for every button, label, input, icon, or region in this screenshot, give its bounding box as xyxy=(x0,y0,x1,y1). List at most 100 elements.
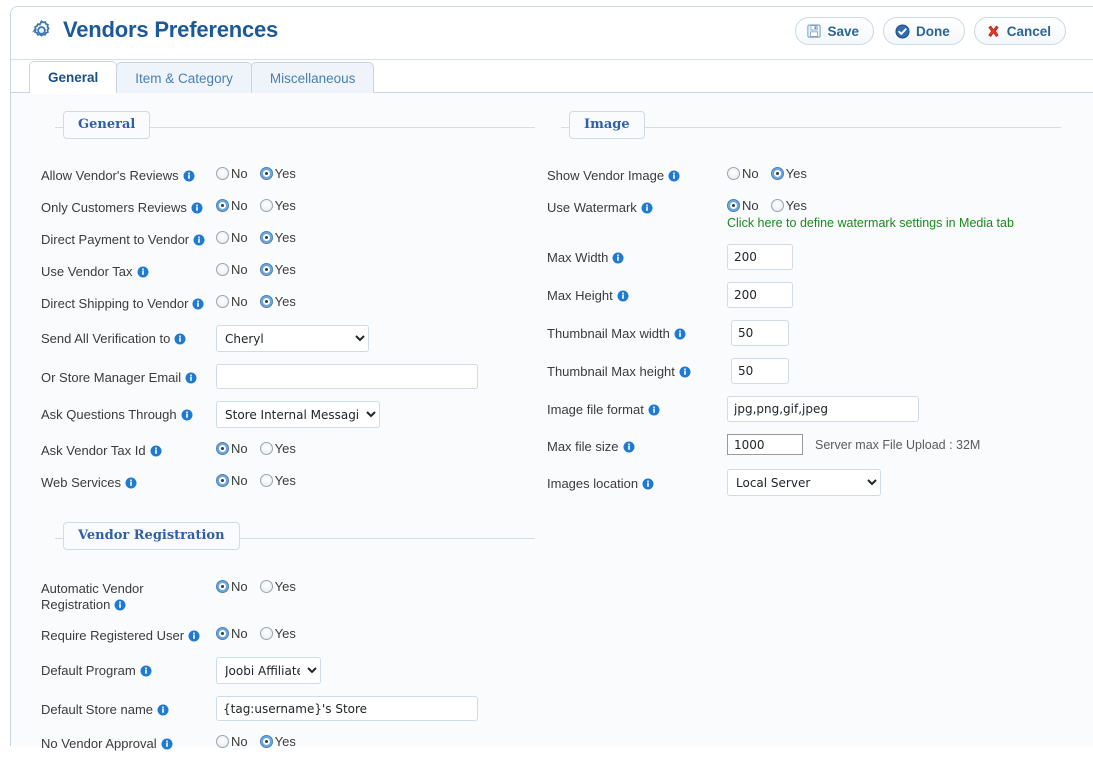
info-icon[interactable] xyxy=(157,704,169,720)
tab-miscellaneous[interactable]: Miscellaneous xyxy=(250,62,375,93)
radio-yes[interactable]: Yes xyxy=(259,441,296,456)
field-label: Or Store Manager Email xyxy=(41,364,216,388)
radio-no[interactable]: No xyxy=(216,473,248,488)
radio-group: No Yes xyxy=(727,197,1067,213)
radio-dot-no[interactable] xyxy=(727,199,740,212)
radio-dot-no[interactable] xyxy=(216,580,229,593)
radio-no[interactable]: No xyxy=(216,166,248,181)
preferences-window: Vendors Preferences Save Done Cancel Gen… xyxy=(10,6,1093,751)
image-file-format-input[interactable] xyxy=(727,396,919,422)
tab-general[interactable]: General xyxy=(29,61,118,94)
radio-dot-yes[interactable] xyxy=(259,580,273,593)
info-icon[interactable] xyxy=(114,599,126,615)
radio-yes[interactable]: Yes xyxy=(259,734,296,749)
info-icon[interactable] xyxy=(193,234,205,250)
radio-dot-yes[interactable] xyxy=(259,735,273,748)
radio-no[interactable]: No xyxy=(727,166,759,181)
info-icon[interactable] xyxy=(617,290,629,306)
info-icon[interactable] xyxy=(185,372,197,388)
radio-yes[interactable]: Yes xyxy=(259,294,296,309)
radio-dot-yes[interactable] xyxy=(259,627,273,640)
done-button[interactable]: Done xyxy=(882,17,965,45)
section-vendor-registration-legend: Vendor Registration xyxy=(63,522,240,550)
thumbnail-max-width-input[interactable] xyxy=(731,320,789,346)
radio-dot-no[interactable] xyxy=(216,231,229,244)
radio-dot-no[interactable] xyxy=(216,735,229,748)
radio-dot-no[interactable] xyxy=(216,442,229,455)
radio-no[interactable]: No xyxy=(216,579,248,594)
info-icon[interactable] xyxy=(191,202,203,218)
radio-dot-yes[interactable] xyxy=(259,167,273,180)
info-icon[interactable] xyxy=(140,665,152,681)
max-file-size-input[interactable] xyxy=(727,434,803,455)
info-icon[interactable] xyxy=(137,266,149,282)
info-icon[interactable] xyxy=(612,252,624,268)
radio-yes[interactable]: Yes xyxy=(259,473,296,488)
field-label: Allow Vendor's Reviews xyxy=(41,165,216,186)
store-manager-email-input[interactable] xyxy=(216,364,478,389)
radio-yes[interactable]: Yes xyxy=(770,166,807,181)
radio-dot-no[interactable] xyxy=(216,199,229,212)
radio-yes[interactable]: Yes xyxy=(259,198,296,213)
watermark-media-tab-link[interactable]: Click here to define watermark settings … xyxy=(727,216,1067,230)
info-icon[interactable] xyxy=(192,298,204,314)
default-store-name-input[interactable] xyxy=(216,696,478,721)
field-image-file-format: Image file format xyxy=(547,396,1067,422)
info-icon[interactable] xyxy=(642,478,654,494)
server-max-upload-hint: Server max File Upload : 32M xyxy=(815,437,981,452)
radio-yes[interactable]: Yes xyxy=(259,166,296,181)
images-location-select[interactable]: Local Server xyxy=(727,469,881,496)
radio-dot-yes[interactable] xyxy=(259,199,273,212)
radio-dot-yes[interactable] xyxy=(259,474,273,487)
ask-questions-through-select[interactable]: Store Internal Messaging xyxy=(216,401,380,428)
radio-dot-yes[interactable] xyxy=(770,167,784,180)
max-width-input[interactable] xyxy=(727,244,793,270)
radio-dot-no[interactable] xyxy=(216,627,229,640)
radio-dot-yes[interactable] xyxy=(770,199,784,212)
send-verification-select[interactable]: Cheryl xyxy=(216,325,369,352)
radio-yes[interactable]: Yes xyxy=(259,626,296,641)
radio-dot-yes[interactable] xyxy=(259,263,273,276)
radio-dot-no[interactable] xyxy=(216,167,229,180)
radio-no[interactable]: No xyxy=(216,441,248,456)
radio-yes[interactable]: Yes xyxy=(770,198,807,213)
info-icon[interactable] xyxy=(641,202,653,218)
info-icon[interactable] xyxy=(623,441,635,457)
radio-dot-yes[interactable] xyxy=(259,231,273,244)
info-icon[interactable] xyxy=(668,170,680,186)
radio-yes[interactable]: Yes xyxy=(259,230,296,245)
radio-dot-no[interactable] xyxy=(216,263,229,276)
radio-no[interactable]: No xyxy=(216,734,248,749)
radio-dot-no[interactable] xyxy=(727,167,740,180)
info-icon[interactable] xyxy=(161,738,173,754)
radio-no[interactable]: No xyxy=(216,626,248,641)
info-icon[interactable] xyxy=(125,477,137,493)
info-icon[interactable] xyxy=(181,409,193,425)
radio-no[interactable]: No xyxy=(216,198,248,213)
info-icon[interactable] xyxy=(174,333,186,349)
info-icon[interactable] xyxy=(679,366,691,382)
default-program-select[interactable]: Joobi Affiliate xyxy=(216,657,321,684)
radio-yes[interactable]: Yes xyxy=(259,262,296,277)
info-icon[interactable] xyxy=(183,170,195,186)
info-icon[interactable] xyxy=(150,445,162,461)
radio-no[interactable]: No xyxy=(727,198,759,213)
radio-no[interactable]: No xyxy=(216,294,248,309)
label-text: Default Program xyxy=(41,663,136,678)
radio-dot-no[interactable] xyxy=(216,474,229,487)
radio-no[interactable]: No xyxy=(216,262,248,277)
save-button[interactable]: Save xyxy=(795,17,874,45)
radio-dot-yes[interactable] xyxy=(259,295,273,308)
info-icon[interactable] xyxy=(648,404,660,420)
max-height-input[interactable] xyxy=(727,282,793,308)
radio-dot-yes[interactable] xyxy=(259,442,273,455)
info-icon[interactable] xyxy=(674,328,686,344)
tab-item-category[interactable]: Item & Category xyxy=(116,62,252,93)
field-control: No Yes xyxy=(216,229,541,245)
radio-no[interactable]: No xyxy=(216,230,248,245)
radio-yes[interactable]: Yes xyxy=(259,579,296,594)
thumbnail-max-height-input[interactable] xyxy=(731,358,789,384)
cancel-button[interactable]: Cancel xyxy=(973,17,1066,45)
radio-dot-no[interactable] xyxy=(216,295,229,308)
info-icon[interactable] xyxy=(188,630,200,646)
